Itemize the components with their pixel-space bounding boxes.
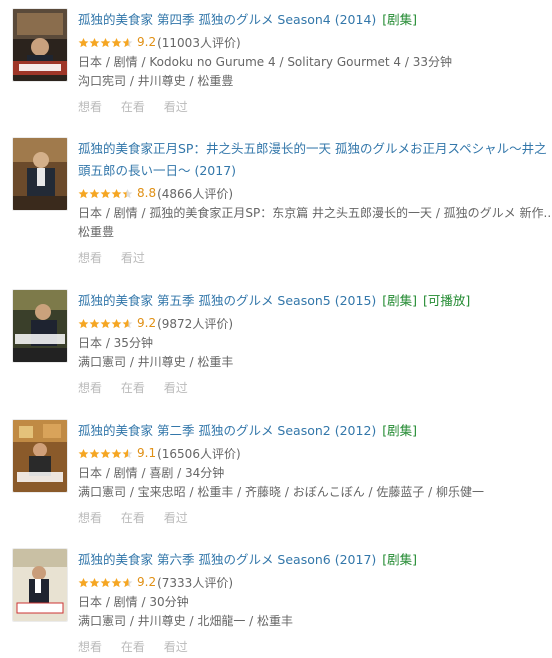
want-to-watch-button[interactable]: 想看 [78, 100, 102, 114]
item-title-link[interactable]: 孤独的美食家 第五季 孤独のグルメ Season5 (2015) [78, 293, 376, 308]
item-actions: 想看 看过 [78, 249, 552, 267]
rating-row: 9.1 (16506人评价) [78, 442, 552, 464]
rating-row: 9.2 (7333人评价) [78, 571, 552, 593]
tag-tv-series[interactable]: [剧集] [382, 423, 417, 438]
want-to-watch-button[interactable]: 想看 [78, 640, 102, 654]
tag-tv-series[interactable]: [剧集] [382, 12, 417, 27]
rating-score: 9.2 [137, 575, 157, 589]
want-to-watch-button[interactable]: 想看 [78, 511, 102, 525]
star-icon [89, 188, 100, 198]
rating-score: 9.2 [137, 35, 157, 49]
rating-score: 9.2 [137, 316, 157, 330]
want-to-watch-button[interactable]: 想看 [78, 381, 102, 395]
star-icon [78, 448, 89, 458]
star-icon [122, 448, 133, 458]
item-meta: 日本 / 剧情 / 30分钟 [78, 595, 189, 609]
poster-thumbnail[interactable] [13, 420, 67, 492]
watching-button[interactable]: 在看 [121, 511, 145, 525]
rating-count: (11003人评价) [157, 35, 241, 50]
poster-thumbnail[interactable] [13, 290, 67, 362]
tag-tv-series[interactable]: [剧集] [382, 552, 417, 567]
star-icon [111, 188, 122, 198]
item-cast: 满口憲司 / 宝来忠昭 / 松重丰 / 齐藤晓 / おぼんこぼん / 佐藤蓝子 … [78, 485, 485, 499]
star-rating [78, 448, 133, 459]
item-cast: 满口憲司 / 井川尊史 / 松重丰 [78, 355, 234, 369]
tag-tv-series[interactable]: [剧集] [382, 293, 417, 308]
rating-score: 8.8 [137, 186, 157, 200]
rating-count: (16506人评价) [157, 446, 241, 461]
star-icon [122, 577, 133, 587]
star-icon [111, 37, 122, 47]
rating-count: (7333人评价) [157, 575, 233, 590]
item-meta: 日本 / 剧情 / 喜剧 / 34分钟 [78, 466, 225, 480]
want-to-watch-button[interactable]: 想看 [78, 251, 102, 265]
item-title-link[interactable]: 孤独的美食家 第六季 孤独のグルメ Season6 (2017) [78, 552, 376, 567]
watching-button[interactable]: 在看 [121, 100, 145, 114]
star-icon [122, 318, 133, 328]
item-actions: 想看 在看 看过 [78, 379, 552, 397]
star-icon [100, 448, 111, 458]
rating-row: 9.2 (11003人评价) [78, 31, 552, 53]
star-rating [78, 37, 133, 48]
star-rating [78, 188, 133, 199]
item-meta: 日本 / 剧情 / 孤独的美食家正月SP：东京篇 井之头五郎漫长的一天 / 孤独… [78, 206, 552, 220]
watched-button[interactable]: 看过 [164, 640, 188, 654]
rating-count: (9872人评价) [157, 316, 233, 331]
item-title-link[interactable]: 孤独的美食家 第四季 孤独のグルメ Season4 (2014) [78, 12, 376, 27]
star-icon [111, 448, 122, 458]
star-rating [78, 318, 133, 329]
item-actions: 想看 在看 看过 [78, 638, 552, 656]
item-cast: 松重豊 [78, 225, 115, 239]
watching-button[interactable]: 在看 [121, 381, 145, 395]
star-icon [100, 577, 111, 587]
star-icon [89, 318, 100, 328]
rating-row: 8.8 (4866人评价) [78, 182, 552, 204]
rating-count: (4866人评价) [157, 186, 233, 201]
star-icon [122, 37, 133, 47]
poster-thumbnail[interactable] [13, 549, 67, 621]
star-icon [111, 577, 122, 587]
item-cast: 满口憲司 / 井川尊史 / 北畑龍一 / 松重丰 [78, 614, 294, 628]
star-icon [89, 577, 100, 587]
star-icon [89, 448, 100, 458]
star-icon [78, 577, 89, 587]
item-actions: 想看 在看 看过 [78, 98, 552, 116]
star-icon [78, 188, 89, 198]
item-title-link[interactable]: 孤独的美食家 第二季 孤独のグルメ Season2 (2012) [78, 423, 376, 438]
rating-row: 9.2 (9872人评价) [78, 312, 552, 334]
poster-thumbnail[interactable] [13, 138, 67, 210]
star-icon [122, 188, 133, 198]
item-actions: 想看 在看 看过 [78, 509, 552, 527]
star-icon [78, 37, 89, 47]
star-icon [100, 37, 111, 47]
item-meta: 日本 / 剧情 / Kodoku no Gurume 4 / Solitary … [78, 55, 452, 69]
tag-playable[interactable]: [可播放] [423, 293, 470, 308]
item-title-link[interactable]: 孤独的美食家正月SP：井之头五郎漫长的一天 孤独のグルメお正月スペシャル～井之頭… [78, 141, 547, 178]
watched-button[interactable]: 看过 [164, 511, 188, 525]
item-cast: 沟口宪司 / 井川尊史 / 松重豊 [78, 74, 234, 88]
rating-score: 9.1 [137, 446, 157, 460]
star-icon [89, 37, 100, 47]
star-icon [111, 318, 122, 328]
poster-thumbnail[interactable] [13, 9, 67, 81]
star-rating [78, 577, 133, 588]
item-meta: 日本 / 35分钟 [78, 336, 153, 350]
star-icon [100, 188, 111, 198]
star-icon [100, 318, 111, 328]
watched-button[interactable]: 看过 [164, 100, 188, 114]
watching-button[interactable]: 在看 [121, 640, 145, 654]
watched-button[interactable]: 看过 [164, 381, 188, 395]
watched-button[interactable]: 看过 [121, 251, 145, 265]
star-icon [78, 318, 89, 328]
